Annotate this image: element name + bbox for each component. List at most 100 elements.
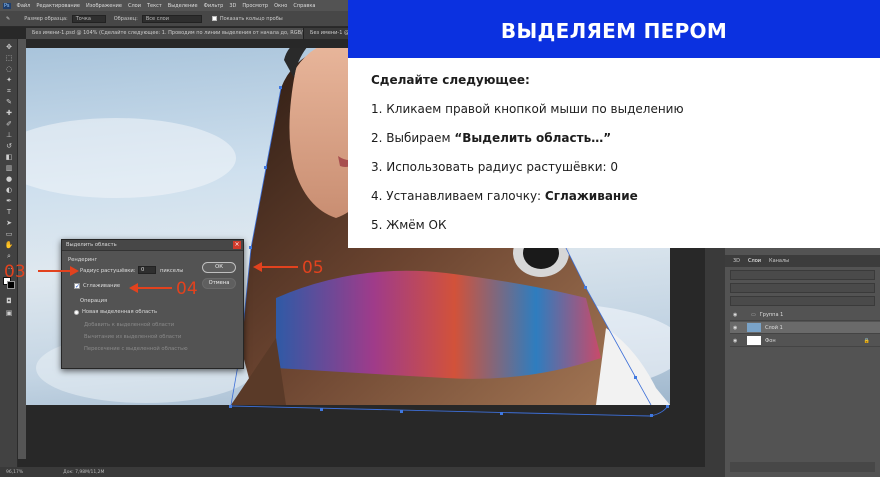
hand-tool-icon[interactable]: ✋ (4, 241, 14, 249)
dialog-title: Выделить область (62, 240, 243, 251)
callout-04-arrow (129, 283, 172, 293)
op-intersect-label: Пересечение с выделенной областью (84, 346, 188, 352)
callout-05-arrow (253, 262, 298, 272)
feather-radius-input[interactable]: 0 (138, 266, 156, 274)
menu-type[interactable]: Текст (147, 3, 162, 9)
tab-layers[interactable]: Слои (748, 258, 761, 264)
layers-filter-bar (730, 270, 875, 280)
tab-3d[interactable]: 3D (733, 258, 740, 264)
move-tool-icon[interactable]: ✥ (4, 43, 14, 51)
history-brush-icon[interactable]: ↺ (4, 142, 14, 150)
callout-03-label: 03 (4, 262, 26, 282)
menu-view[interactable]: Просмотр (242, 3, 268, 9)
folder-icon: ▭ (751, 311, 756, 318)
layer-row[interactable]: ◉ Слой 1 (730, 322, 880, 334)
menu-layers[interactable]: Слои (128, 3, 141, 9)
eyedropper-icon[interactable]: ✎ (6, 16, 10, 22)
eye-icon[interactable]: ◉ (733, 338, 743, 344)
crop-tool-icon[interactable]: ⌗ (4, 87, 14, 95)
zoom-readout[interactable]: 96,17% (6, 470, 23, 475)
ps-logo: Ps (3, 2, 11, 9)
sample-size-select[interactable]: Точка (71, 14, 106, 23)
instructions-heading: Сделайте следующее: (371, 73, 530, 87)
selection-path (229, 405, 669, 417)
layer-thumbnail (747, 323, 761, 332)
panel-strip (705, 248, 725, 477)
menu-filter[interactable]: Фильтр (204, 3, 224, 9)
menu-image[interactable]: Изображение (86, 3, 122, 9)
layer-name: Группа 1 (759, 311, 784, 318)
op-add-label: Добавить к выделенной области (84, 322, 175, 328)
antialias-label: Сглаживание (83, 283, 121, 289)
op-new-label: Новая выделенная область (82, 309, 158, 315)
marquee-tool-icon[interactable]: ⬚ (4, 54, 14, 62)
antialias-row[interactable]: ✓ Сглаживание (74, 283, 121, 290)
menu-help[interactable]: Справка (293, 3, 315, 9)
tab-document-1[interactable]: Без имени-1.psd @ 104% (Сделайте следующ… (26, 28, 305, 39)
type-tool-icon[interactable]: T (4, 208, 14, 216)
eye-icon[interactable]: ◉ (733, 312, 743, 318)
eye-icon[interactable]: ◉ (733, 325, 743, 331)
tools-panel: ✥ ⬚ ◌ ✦ ⌗ ✎ ✚ ✐ ⊥ ↺ ◧ ▥ ● ◐ ✒ T ➤ ▭ ✋ ⌕ … (0, 39, 18, 477)
layers-footer (730, 462, 875, 472)
menu-3d[interactable]: 3D (229, 3, 236, 9)
status-bar: 96,17% Док: 7,98М/11,2М (0, 467, 725, 477)
op-new-radio[interactable] (74, 309, 79, 315)
blur-tool-icon[interactable]: ● (4, 175, 14, 183)
healing-tool-icon[interactable]: ✚ (4, 109, 14, 117)
doc-size-readout: Док: 7,98М/11,2М (63, 469, 105, 475)
background-color-swatch[interactable] (7, 281, 15, 289)
callout-03-arrow (38, 266, 79, 276)
dodge-tool-icon[interactable]: ◐ (4, 186, 14, 194)
vertical-ruler (18, 39, 26, 459)
zoom-tool-icon[interactable]: ⌕ (4, 252, 14, 260)
rendering-label: Рендеринг (68, 257, 98, 263)
screen-mode-icon[interactable]: ▣ (4, 309, 14, 317)
cancel-button[interactable]: Отмена (202, 278, 236, 289)
antialias-checkbox[interactable]: ✓ (74, 283, 80, 290)
instruction-overlay: ВЫДЕЛЯЕМ ПЕРОМ Сделайте следующее: 1. Кл… (348, 0, 880, 248)
eyedropper-tool-icon[interactable]: ✎ (4, 98, 14, 106)
menu-window[interactable]: Окно (274, 3, 287, 9)
show-ring-label: Показать кольцо пробы (219, 15, 283, 22)
quick-mask-icon[interactable]: ◘ (4, 297, 14, 305)
instruction-step-3: 3. Использовать радиус растушёвки: 0 (371, 160, 619, 174)
callout-05-label: 05 (302, 258, 324, 278)
brush-tool-icon[interactable]: ✐ (4, 120, 14, 128)
layers-opacity-bar (730, 283, 875, 293)
op-subtract-label: Вычитание из выделенной области (84, 334, 182, 340)
show-ring-checkbox[interactable] (211, 16, 217, 21)
feather-radius-label: Радиус растушёвки: (80, 268, 136, 274)
document-tabs: Без имени-1.psd @ 104% (Сделайте следующ… (26, 28, 356, 39)
step-2-text: 2. Выбираем (371, 131, 455, 145)
stamp-tool-icon[interactable]: ⊥ (4, 131, 14, 139)
tab-channels[interactable]: Каналы (769, 258, 789, 264)
make-selection-dialog: Выделить область × Рендеринг Радиус раст… (61, 239, 244, 369)
ok-button[interactable]: ОК (202, 262, 236, 273)
sample-select[interactable]: Все слои (141, 14, 202, 23)
close-icon[interactable]: × (233, 241, 241, 249)
layer-name: Фон (765, 337, 776, 344)
instruction-step-1: 1. Кликаем правой кнопкой мыши по выделе… (371, 102, 684, 116)
op-new-row[interactable]: Новая выделенная область (74, 309, 157, 315)
layer-row[interactable]: ◉ Фон 🔒 (730, 335, 880, 347)
instruction-step-4: 4. Устанавливаем галочку: Сглаживание (371, 189, 638, 203)
instruction-step-2: 2. Выбираем “Выделить область…” (371, 131, 611, 145)
lasso-tool-icon[interactable]: ◌ (4, 65, 14, 73)
menu-select[interactable]: Выделение (168, 3, 198, 9)
menu-file[interactable]: Файл (17, 3, 31, 9)
gradient-tool-icon[interactable]: ▥ (4, 164, 14, 172)
path-select-icon[interactable]: ➤ (4, 219, 14, 227)
pen-tool-icon[interactable]: ✒ (4, 197, 14, 205)
layer-row[interactable]: ◉ ▭ Группа 1 (730, 309, 880, 321)
shape-tool-icon[interactable]: ▭ (4, 230, 14, 238)
layer-thumbnail (747, 336, 761, 345)
magic-wand-icon[interactable]: ✦ (4, 76, 14, 84)
layers-lock-bar (730, 296, 875, 306)
layer-name: Слой 1 (765, 324, 783, 331)
menu-edit[interactable]: Редактирование (36, 3, 80, 9)
sample-label: Образец: (113, 15, 138, 22)
eraser-tool-icon[interactable]: ◧ (4, 153, 14, 161)
operation-label: Операция (80, 298, 108, 304)
layers-panel-tabs: 3D Слои Каналы (725, 255, 880, 267)
